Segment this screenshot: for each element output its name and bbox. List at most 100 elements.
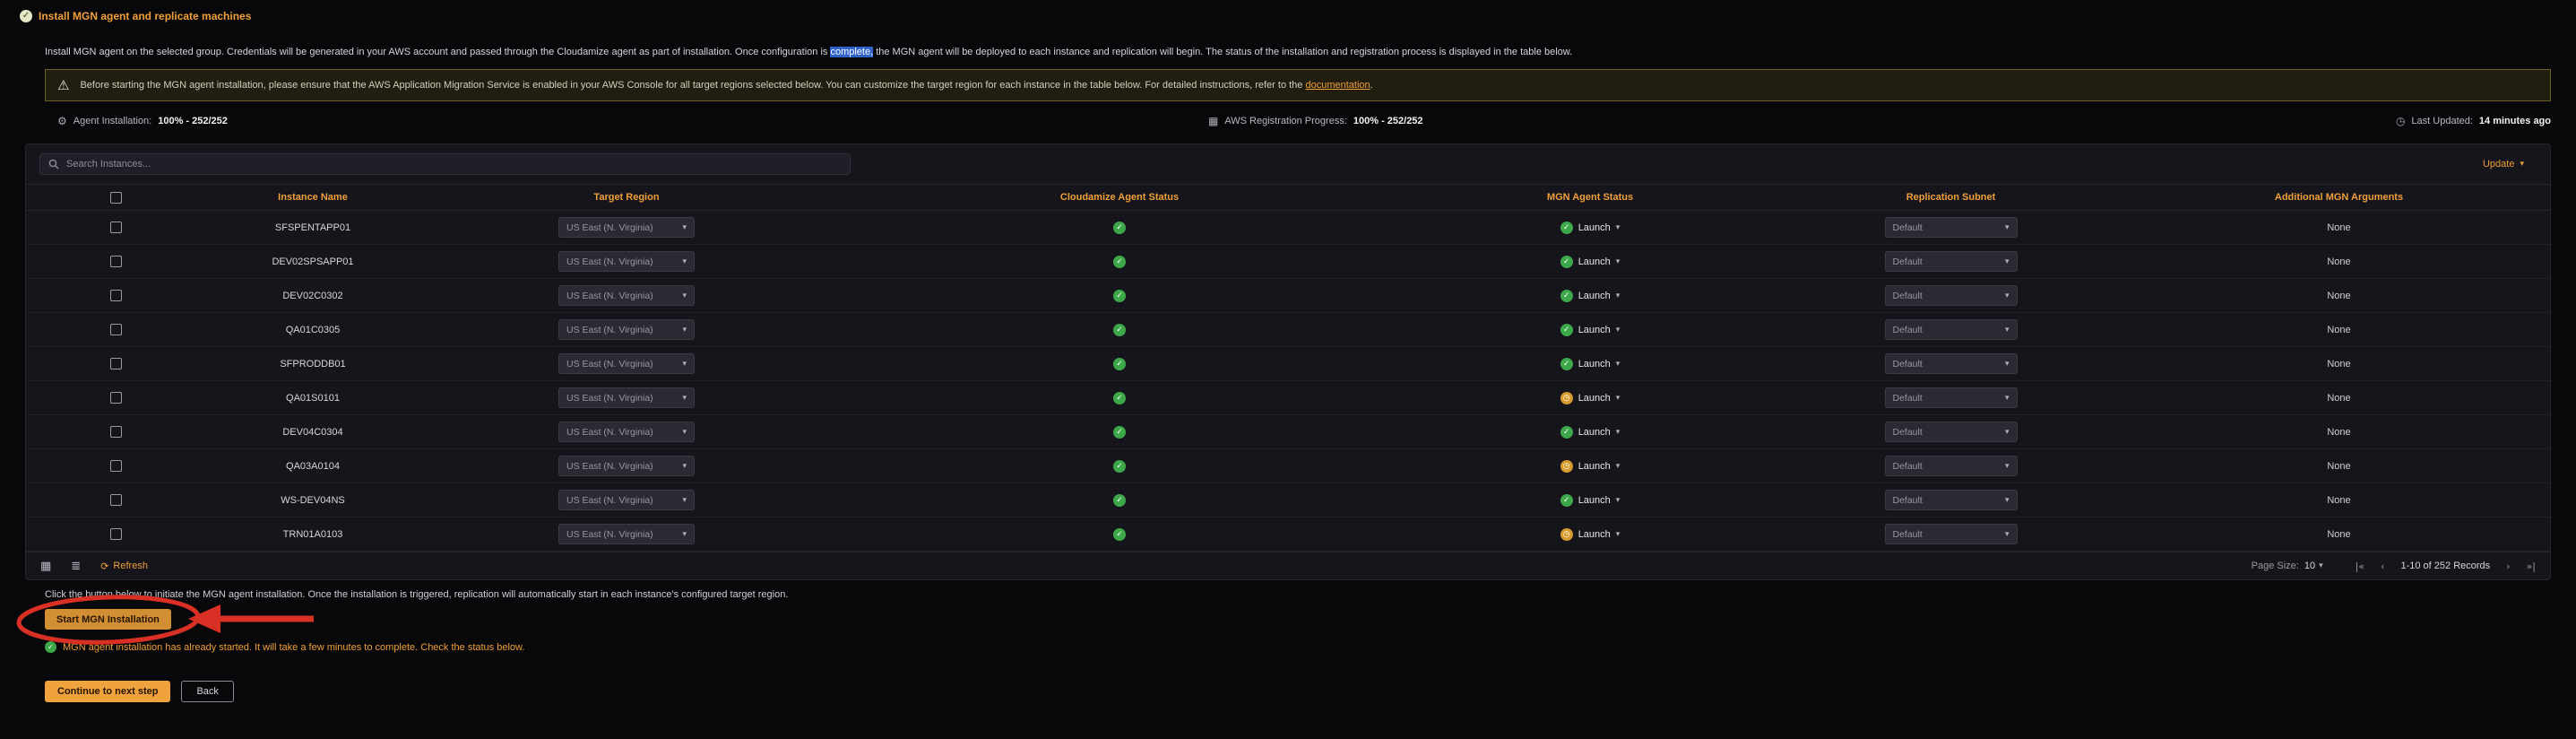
- replication-subnet-dropdown[interactable]: Default ▾: [1885, 285, 2018, 306]
- target-region-cell: US East (N. Virginia) ▾: [420, 422, 833, 442]
- launch-label[interactable]: Launch: [1578, 222, 1611, 233]
- launch-chevron-icon[interactable]: ▾: [1616, 462, 1621, 471]
- target-region-dropdown[interactable]: US East (N. Virginia) ▾: [558, 353, 695, 374]
- mgn-arguments-value: None: [2128, 359, 2550, 370]
- documentation-link[interactable]: documentation: [1305, 80, 1370, 91]
- launch-chevron-icon[interactable]: ▾: [1616, 257, 1621, 266]
- panel-footer: ▦ ≣ ⟳ Refresh Page Size: 10 ▾ |« ‹ 1-10 …: [26, 552, 2550, 579]
- launch-label[interactable]: Launch: [1578, 291, 1611, 301]
- launch-label[interactable]: Launch: [1578, 256, 1611, 267]
- row-checkbox[interactable]: [110, 324, 122, 335]
- target-region-value: US East (N. Virginia): [566, 256, 653, 267]
- target-region-dropdown[interactable]: US East (N. Virginia) ▾: [558, 251, 695, 272]
- launch-label[interactable]: Launch: [1578, 325, 1611, 335]
- mgn-status-cell: ◷ Launch ▾: [1406, 528, 1774, 541]
- replication-subnet-dropdown[interactable]: Default ▾: [1885, 456, 2018, 476]
- launch-chevron-icon[interactable]: ▾: [1616, 496, 1621, 505]
- row-checkbox[interactable]: [110, 494, 122, 506]
- row-checkbox[interactable]: [110, 528, 122, 540]
- target-region-dropdown[interactable]: US East (N. Virginia) ▾: [558, 387, 695, 408]
- target-region-dropdown[interactable]: US East (N. Virginia) ▾: [558, 524, 695, 544]
- replication-subnet-value: Default: [1893, 427, 1923, 438]
- launch-chevron-icon[interactable]: ▾: [1616, 360, 1621, 369]
- launch-chevron-icon[interactable]: ▾: [1616, 326, 1621, 335]
- update-button[interactable]: Update ▾: [2483, 159, 2537, 170]
- target-region-cell: US East (N. Virginia) ▾: [420, 319, 833, 340]
- launch-chevron-icon[interactable]: ▾: [1616, 530, 1621, 539]
- chevron-down-icon: ▾: [682, 326, 687, 335]
- table-header-row: Instance NameTarget RegionCloudamize Age…: [26, 184, 2550, 211]
- launch-chevron-icon[interactable]: ▾: [1616, 428, 1621, 437]
- intro-paragraph: Install MGN agent on the selected group.…: [45, 47, 2540, 57]
- search-input[interactable]: [66, 159, 842, 170]
- replication-subnet-cell: Default ▾: [1774, 490, 2128, 510]
- mgn-status-cell: ✓ Launch ▾: [1406, 324, 1774, 336]
- next-page-button[interactable]: ›: [2506, 561, 2510, 572]
- launch-chevron-icon[interactable]: ▾: [1616, 394, 1621, 403]
- refresh-button[interactable]: ⟳ Refresh: [100, 561, 148, 572]
- continue-button[interactable]: Continue to next step: [45, 681, 170, 702]
- back-button[interactable]: Back: [181, 681, 233, 702]
- agent-installation-icon: ⚙: [57, 115, 67, 127]
- launch-label[interactable]: Launch: [1578, 393, 1611, 404]
- target-region-dropdown[interactable]: US East (N. Virginia) ▾: [558, 285, 695, 306]
- row-checkbox[interactable]: [110, 290, 122, 301]
- launch-label[interactable]: Launch: [1578, 427, 1611, 438]
- grid-view-icon[interactable]: ▦: [40, 560, 51, 573]
- mgn-status-icon: ✓: [1560, 256, 1573, 268]
- target-region-dropdown[interactable]: US East (N. Virginia) ▾: [558, 456, 695, 476]
- instances-panel: Update ▾ Instance NameTarget RegionCloud…: [25, 143, 2551, 580]
- launch-label[interactable]: Launch: [1578, 461, 1611, 472]
- target-region-dropdown[interactable]: US East (N. Virginia) ▾: [558, 490, 695, 510]
- replication-subnet-dropdown[interactable]: Default ▾: [1885, 353, 2018, 374]
- page-header: ✓ Install MGN agent and replicate machin…: [20, 10, 251, 22]
- select-all-checkbox[interactable]: [110, 192, 122, 204]
- row-checkbox[interactable]: [110, 358, 122, 370]
- search-icon: [48, 159, 59, 170]
- row-checkbox[interactable]: [110, 256, 122, 267]
- instance-name: SFPRODDB01: [205, 359, 420, 370]
- mgn-status-cell: ✓ Launch ▾: [1406, 256, 1774, 268]
- replication-subnet-cell: Default ▾: [1774, 319, 2128, 340]
- replication-subnet-dropdown[interactable]: Default ▾: [1885, 524, 2018, 544]
- table-row: QA01S0101 US East (N. Virginia) ▾ ✓ ◷ La…: [26, 381, 2550, 415]
- mgn-arguments-value: None: [2128, 529, 2550, 540]
- launch-label[interactable]: Launch: [1578, 529, 1611, 540]
- replication-subnet-dropdown[interactable]: Default ▾: [1885, 319, 2018, 340]
- mgn-status-icon: ✓: [1560, 324, 1573, 336]
- warning-icon: ⚠: [57, 77, 69, 93]
- row-checkbox[interactable]: [110, 460, 122, 472]
- target-region-cell: US East (N. Virginia) ▾: [420, 285, 833, 306]
- replication-subnet-dropdown[interactable]: Default ▾: [1885, 387, 2018, 408]
- replication-subnet-value: Default: [1893, 359, 1923, 370]
- target-region-dropdown[interactable]: US East (N. Virginia) ▾: [558, 217, 695, 238]
- chevron-down-icon: ▾: [2005, 428, 2010, 437]
- replication-subnet-dropdown[interactable]: Default ▾: [1885, 490, 2018, 510]
- target-region-dropdown[interactable]: US East (N. Virginia) ▾: [558, 422, 695, 442]
- row-checkbox-cell: [26, 256, 205, 267]
- launch-chevron-icon[interactable]: ▾: [1616, 223, 1621, 232]
- chevron-down-icon: ▾: [682, 530, 687, 539]
- replication-subnet-dropdown[interactable]: Default ▾: [1885, 251, 2018, 272]
- row-checkbox[interactable]: [110, 392, 122, 404]
- first-page-button[interactable]: |«: [2356, 561, 2364, 572]
- page-size-select[interactable]: 10 ▾: [2304, 561, 2323, 571]
- replication-subnet-dropdown[interactable]: Default ▾: [1885, 422, 2018, 442]
- chevron-down-icon: ▾: [2319, 561, 2323, 570]
- replication-subnet-dropdown[interactable]: Default ▾: [1885, 217, 2018, 238]
- prev-page-button[interactable]: ‹: [2381, 561, 2384, 572]
- list-view-icon[interactable]: ≣: [71, 560, 81, 573]
- launch-chevron-icon[interactable]: ▾: [1616, 291, 1621, 300]
- target-region-dropdown[interactable]: US East (N. Virginia) ▾: [558, 319, 695, 340]
- target-region-cell: US East (N. Virginia) ▾: [420, 217, 833, 238]
- chevron-down-icon: ▾: [682, 257, 687, 266]
- replication-subnet-value: Default: [1893, 222, 1923, 233]
- row-checkbox[interactable]: [110, 222, 122, 233]
- row-checkbox[interactable]: [110, 426, 122, 438]
- launch-label[interactable]: Launch: [1578, 495, 1611, 506]
- replication-subnet-value: Default: [1893, 529, 1923, 540]
- replication-subnet-value: Default: [1893, 325, 1923, 335]
- start-mgn-installation-button[interactable]: Start MGN Installation: [45, 609, 171, 630]
- last-page-button[interactable]: »|: [2527, 561, 2536, 572]
- launch-label[interactable]: Launch: [1578, 359, 1611, 370]
